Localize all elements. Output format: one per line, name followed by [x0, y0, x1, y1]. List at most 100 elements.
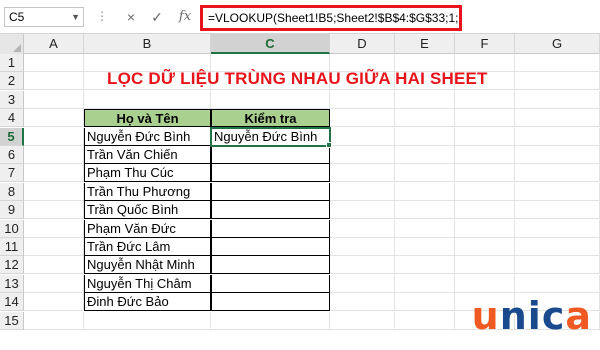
cell-c14[interactable]: [211, 293, 330, 312]
cell-e5[interactable]: [395, 127, 455, 146]
cell-e7[interactable]: [395, 164, 455, 183]
cell-a7[interactable]: [24, 164, 84, 183]
cell-f4[interactable]: [455, 109, 515, 128]
cell-f8[interactable]: [455, 182, 515, 201]
cell-a1[interactable]: [24, 54, 84, 72]
insert-function-icon[interactable]: fx: [176, 8, 194, 26]
cell-c4[interactable]: Kiểm tra: [211, 109, 330, 128]
cell-c9[interactable]: [211, 201, 330, 220]
cell-a13[interactable]: [24, 274, 84, 293]
cell-a10[interactable]: [24, 219, 84, 238]
cell-d7[interactable]: [330, 164, 395, 183]
name-box[interactable]: C5 ▼: [4, 7, 84, 27]
cell-a2[interactable]: [24, 72, 84, 91]
cell-e14[interactable]: [395, 293, 455, 312]
cell-c10[interactable]: [211, 219, 330, 238]
row-header-6[interactable]: 6: [0, 146, 24, 164]
cell-b3[interactable]: [84, 90, 211, 109]
cell-e3[interactable]: [395, 90, 455, 109]
cell-d14[interactable]: [330, 293, 395, 312]
column-header-f[interactable]: F: [455, 34, 515, 54]
cell-g3[interactable]: [515, 90, 600, 109]
cell-e9[interactable]: [395, 201, 455, 220]
cell-c7[interactable]: [211, 164, 330, 183]
cell-g2[interactable]: [515, 72, 600, 91]
row-header-13[interactable]: 13: [0, 274, 24, 293]
cell-d6[interactable]: [330, 146, 395, 164]
row-header-8[interactable]: 8: [0, 182, 24, 201]
cell-e11[interactable]: [395, 238, 455, 256]
enter-icon[interactable]: ✓: [148, 8, 166, 26]
chevron-down-icon[interactable]: ▼: [71, 8, 80, 26]
cell-a12[interactable]: [24, 256, 84, 275]
cell-c5[interactable]: Nguyễn Đức Bình: [210, 126, 331, 147]
cell-b14[interactable]: Đinh Đức Bảo: [84, 293, 211, 312]
cell-f11[interactable]: [455, 238, 515, 256]
column-header-a[interactable]: A: [24, 34, 84, 54]
cell-c11[interactable]: [211, 238, 330, 256]
cell-a9[interactable]: [24, 201, 84, 220]
cell-b13[interactable]: Nguyễn Thị Châm: [84, 274, 211, 293]
row-header-5[interactable]: 5: [0, 127, 24, 146]
cell-g7[interactable]: [515, 164, 600, 183]
cell-d13[interactable]: [330, 274, 395, 293]
cell-e15[interactable]: [395, 311, 455, 330]
row-header-7[interactable]: 7: [0, 164, 24, 183]
cell-b5[interactable]: Nguyễn Đức Bình: [84, 127, 211, 146]
cell-g12[interactable]: [515, 256, 600, 275]
cell-g11[interactable]: [515, 238, 600, 256]
cell-g5[interactable]: [515, 127, 600, 146]
cell-d5[interactable]: [330, 127, 395, 146]
cell-a5[interactable]: [24, 127, 84, 146]
cell-d4[interactable]: [330, 109, 395, 128]
cell-g8[interactable]: [515, 182, 600, 201]
cell-c3[interactable]: [211, 90, 330, 109]
column-header-d[interactable]: D: [330, 34, 395, 54]
row-header-2[interactable]: 2: [0, 72, 24, 91]
cell-c12[interactable]: [211, 256, 330, 275]
column-header-c[interactable]: C: [211, 34, 330, 54]
row-header-12[interactable]: 12: [0, 256, 24, 275]
cell-b12[interactable]: Nguyễn Nhật Minh: [84, 256, 211, 275]
cell-g4[interactable]: [515, 109, 600, 128]
row-header-3[interactable]: 3: [0, 90, 24, 109]
cell-d8[interactable]: [330, 182, 395, 201]
cell-d11[interactable]: [330, 238, 395, 256]
cell-e6[interactable]: [395, 146, 455, 164]
cell-g1[interactable]: [515, 54, 600, 72]
column-header-g[interactable]: G: [515, 34, 600, 54]
cell-g6[interactable]: [515, 146, 600, 164]
cell-f7[interactable]: [455, 164, 515, 183]
cell-f3[interactable]: [455, 90, 515, 109]
cell-a8[interactable]: [24, 182, 84, 201]
cell-g9[interactable]: [515, 201, 600, 220]
cell-a6[interactable]: [24, 146, 84, 164]
cell-e13[interactable]: [395, 274, 455, 293]
row-header-11[interactable]: 11: [0, 238, 24, 256]
cell-c15[interactable]: [211, 311, 330, 330]
row-header-9[interactable]: 9: [0, 201, 24, 220]
cell-a15[interactable]: [24, 311, 84, 330]
cell-e10[interactable]: [395, 219, 455, 238]
cell-a14[interactable]: [24, 293, 84, 312]
cell-d3[interactable]: [330, 90, 395, 109]
cell-b7[interactable]: Phạm Thu Cúc: [84, 164, 211, 183]
cell-f12[interactable]: [455, 256, 515, 275]
cell-e8[interactable]: [395, 182, 455, 201]
cell-g13[interactable]: [515, 274, 600, 293]
formula-input[interactable]: =VLOOKUP(Sheet1!B5;Sheet2!$B$4:$G$33;1;0…: [200, 5, 462, 31]
cell-c6[interactable]: [211, 146, 330, 164]
cell-f6[interactable]: [455, 146, 515, 164]
cell-e12[interactable]: [395, 256, 455, 275]
cell-b9[interactable]: Trần Quốc Bình: [84, 201, 211, 220]
cell-b6[interactable]: Trần Văn Chiến: [84, 146, 211, 164]
more-options-icon[interactable]: ⋮: [96, 9, 108, 25]
row-header-15[interactable]: 15: [0, 311, 24, 330]
row-header-4[interactable]: 4: [0, 109, 24, 128]
cell-f9[interactable]: [455, 201, 515, 220]
cell-f10[interactable]: [455, 219, 515, 238]
cell-b11[interactable]: Trần Đức Lâm: [84, 238, 211, 256]
cancel-icon[interactable]: ×: [122, 8, 140, 26]
cell-d9[interactable]: [330, 201, 395, 220]
select-all-button[interactable]: [0, 34, 24, 54]
